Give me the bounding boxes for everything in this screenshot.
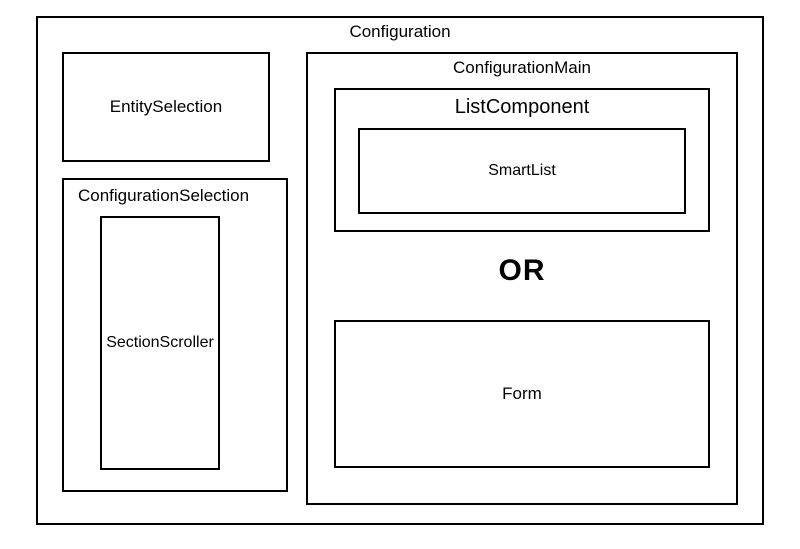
section-scroller-box: SectionScroller — [100, 216, 220, 470]
configuration-selection-label: ConfigurationSelection — [78, 186, 249, 206]
configuration-label: Configuration — [38, 22, 762, 42]
form-box: Form — [334, 320, 710, 468]
configuration-main-box: ConfigurationMain ListComponent SmartLis… — [306, 52, 738, 505]
or-label: OR — [308, 254, 736, 288]
section-scroller-label: SectionScroller — [106, 334, 214, 352]
configuration-selection-box: ConfigurationSelection SectionScroller — [62, 178, 288, 492]
smart-list-box: SmartList — [358, 128, 686, 214]
form-label: Form — [502, 384, 542, 404]
entity-selection-label: EntitySelection — [110, 97, 222, 117]
entity-selection-box: EntitySelection — [62, 52, 270, 162]
list-component-label: ListComponent — [336, 96, 708, 119]
smart-list-label: SmartList — [488, 162, 556, 180]
configuration-box: Configuration EntitySelection Configurat… — [36, 16, 764, 525]
list-component-box: ListComponent SmartList — [334, 88, 710, 232]
left-column: EntitySelection ConfigurationSelection S… — [62, 52, 288, 505]
columns: EntitySelection ConfigurationSelection S… — [62, 52, 738, 505]
page: Configuration EntitySelection Configurat… — [0, 0, 800, 549]
right-column: ConfigurationMain ListComponent SmartLis… — [306, 52, 738, 505]
configuration-main-label: ConfigurationMain — [308, 58, 736, 78]
